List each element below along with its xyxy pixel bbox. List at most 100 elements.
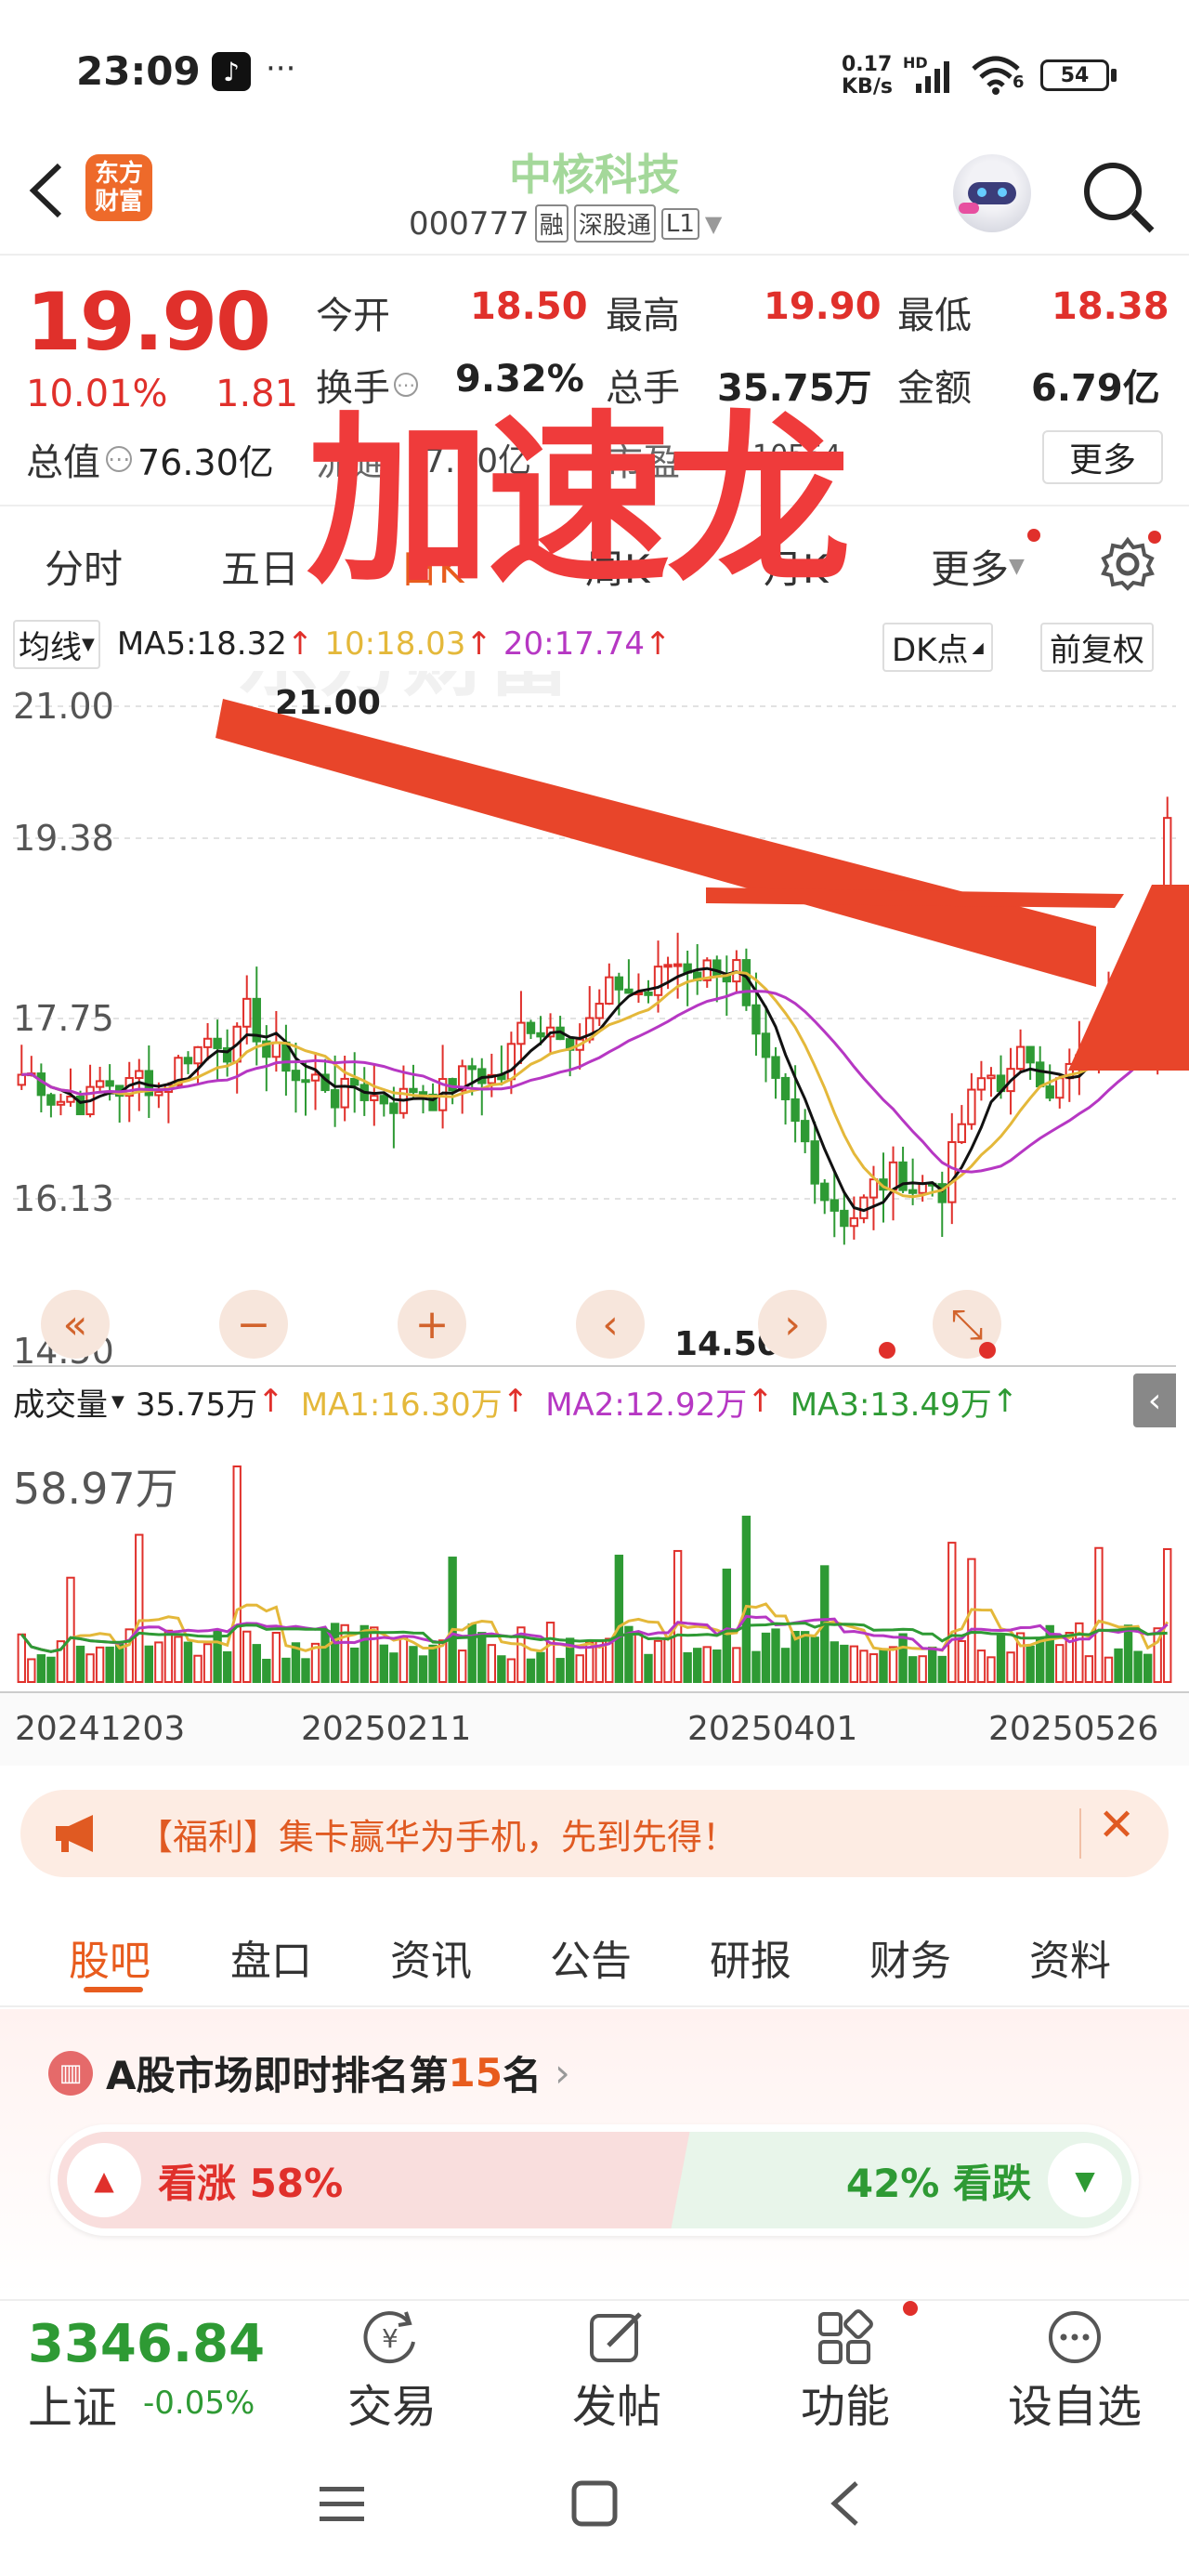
more-button[interactable]: 更多 <box>1042 430 1163 484</box>
candle-body <box>291 1070 301 1082</box>
tab-research[interactable]: 研报 <box>710 1927 791 1987</box>
index-ticker[interactable]: 3346.84 上证 -0.05% <box>28 2314 265 2436</box>
volume-bar <box>105 1646 114 1683</box>
candle-body <box>1035 1061 1045 1088</box>
ranking-row[interactable]: ▥ A股市场即时排名第 15 名 › <box>48 2044 570 2101</box>
volume-bar <box>937 1655 947 1684</box>
search-icon[interactable] <box>1079 158 1157 236</box>
ranking-icon: ▥ <box>48 2050 93 2096</box>
home-icon[interactable] <box>568 2479 621 2528</box>
ma20-arrow: ↑ <box>644 625 672 663</box>
promo-banner[interactable]: 【福利】集卡赢华为手机，先到先得！ ✕ <box>20 1790 1169 1877</box>
tab-underline <box>84 1987 143 1992</box>
volume-bar <box>193 1654 203 1683</box>
overlay-arrow-diagonal <box>216 699 1096 987</box>
volume-max-label: 58.97万 <box>13 1464 178 1514</box>
vol-ma1: MA1:16.30万 <box>300 1386 503 1424</box>
vote-down-button[interactable]: 42% 看跌 ▼ <box>846 2143 1122 2217</box>
volume-bar <box>800 1631 810 1683</box>
candle-body <box>516 1021 526 1045</box>
date-label: 20250401 <box>687 1710 858 1748</box>
gear-icon[interactable] <box>1100 536 1156 592</box>
candle-body <box>154 1091 163 1097</box>
scroll-start-button[interactable]: « <box>41 1290 110 1359</box>
scroll-left-button[interactable]: ‹ <box>576 1290 645 1359</box>
stock-code-row[interactable]: 000777 融 深股通 L1 ▼ <box>409 204 722 243</box>
date-label: 20250526 <box>988 1710 1159 1748</box>
candle-body <box>967 1088 976 1125</box>
open-value: 18.50 <box>470 285 588 328</box>
tab-forum[interactable]: 股吧 <box>69 1927 150 1987</box>
collapse-panel-button[interactable]: ‹ <box>1133 1373 1176 1427</box>
event-dot[interactable] <box>979 1342 996 1359</box>
zoom-out-button[interactable]: − <box>219 1290 288 1359</box>
kline-chart[interactable]: 东方财富 21.00 19.38 17.75 16.13 14.50 21.00… <box>0 611 1189 1372</box>
change-amount: 1.81 <box>216 373 299 415</box>
tab-financials[interactable]: 财务 <box>869 1927 951 1987</box>
volume-bar <box>242 1630 252 1684</box>
high-value: 19.90 <box>764 285 882 328</box>
candle-body <box>506 1043 516 1081</box>
scroll-right-button[interactable]: › <box>758 1290 827 1359</box>
volume-bar <box>399 1637 409 1683</box>
volume-bar <box>771 1628 780 1683</box>
volume-bar <box>614 1554 624 1683</box>
volume-bar <box>957 1639 967 1683</box>
candle-body <box>467 1065 477 1071</box>
tab-orderbook[interactable]: 盘口 <box>230 1927 312 1987</box>
tab-five-day[interactable]: 五日 <box>221 538 299 595</box>
back-nav-icon[interactable] <box>823 2477 869 2530</box>
caret-up-icon: ▲ <box>67 2143 141 2217</box>
volume-chart[interactable]: 58.97万 <box>0 1431 1189 1690</box>
amount-value: 6.79亿 <box>1031 367 1160 410</box>
volume-bar <box>536 1651 545 1683</box>
info-icon[interactable]: ⋯ <box>106 446 132 472</box>
y-label-1: 19.38 <box>13 818 114 859</box>
vote-up-button[interactable]: ▲ 看涨 58% <box>67 2143 343 2217</box>
ma-selector[interactable]: 均线 ▼ <box>13 619 100 669</box>
volume-bar <box>144 1645 154 1683</box>
battery-icon: 54 <box>1040 59 1109 91</box>
add-watchlist-button[interactable]: 设自选 <box>996 2308 1154 2435</box>
candle-body <box>1055 1077 1065 1099</box>
volume-bar <box>1143 1653 1153 1683</box>
vol-ma2: MA2:12.92万 <box>545 1386 748 1424</box>
tab-news[interactable]: 资讯 <box>390 1927 472 1987</box>
menu-icon[interactable] <box>316 2481 368 2526</box>
volume-bar <box>918 1655 927 1683</box>
banner-divider <box>1079 1808 1081 1859</box>
net-speed: 0.17 KB/s <box>842 53 893 99</box>
grid-apps-icon <box>818 2309 873 2364</box>
close-icon[interactable]: ✕ <box>1098 1799 1135 1851</box>
adjust-button[interactable]: 前复权 <box>1040 623 1154 672</box>
trade-button[interactable]: ¥ 交易 <box>336 2308 448 2435</box>
robot-assistant-icon[interactable] <box>953 154 1031 232</box>
functions-button[interactable]: 功能 <box>790 2308 901 2435</box>
change-percent: 10.01% <box>26 373 168 415</box>
tab-intraday[interactable]: 分时 <box>45 538 123 595</box>
volume-bar <box>898 1633 908 1684</box>
index-change: -0.05% <box>143 2385 255 2422</box>
volume-selector[interactable]: 成交量 ▼ <box>13 1379 124 1425</box>
tab-announcements[interactable]: 公告 <box>550 1927 632 1987</box>
zoom-in-button[interactable]: + <box>398 1290 466 1359</box>
volume-bar <box>213 1629 222 1683</box>
date-axis: 20241203 20250211 20250401 20250526 <box>0 1691 1189 1766</box>
tab-profile[interactable]: 资料 <box>1029 1927 1111 1987</box>
candle-body <box>957 1123 967 1144</box>
volume-bar <box>634 1632 644 1683</box>
volume-bar <box>232 1465 242 1683</box>
event-dot[interactable] <box>879 1342 895 1359</box>
volume-bar <box>271 1632 281 1684</box>
dk-button[interactable]: DK点 ◢ <box>882 623 993 672</box>
volume-bar <box>869 1653 879 1683</box>
volume-bar <box>252 1644 261 1683</box>
candle-body <box>644 991 653 996</box>
volume-bar <box>683 1651 692 1683</box>
volume-svg <box>13 1465 1176 1690</box>
tab-more[interactable]: 更多 ▼ <box>931 538 1025 595</box>
post-button[interactable]: 发帖 <box>561 2308 673 2435</box>
date-label: 20250211 <box>301 1710 472 1748</box>
volume-bar <box>467 1623 477 1683</box>
volume-bar <box>370 1626 379 1684</box>
